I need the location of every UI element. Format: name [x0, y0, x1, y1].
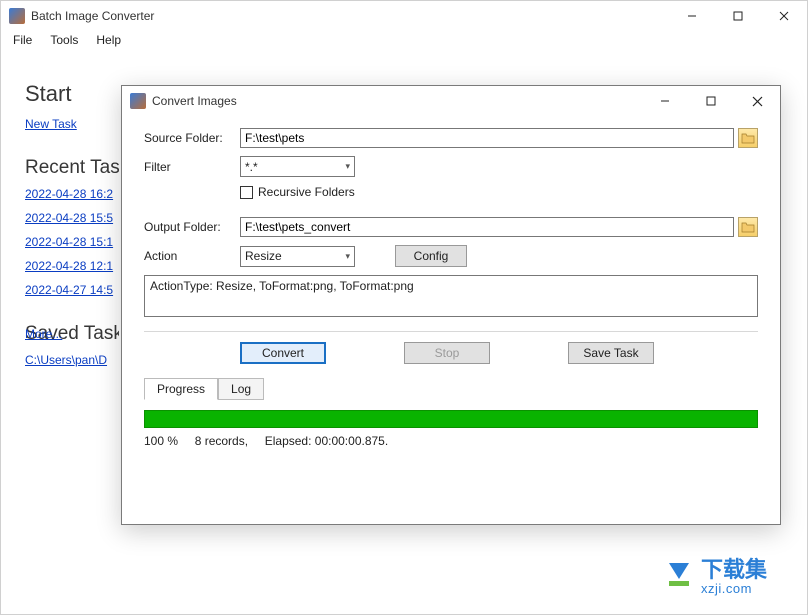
- chevron-down-icon: ▾: [345, 251, 350, 262]
- more-link[interactable]: More...: [25, 327, 62, 341]
- app-title: Batch Image Converter: [31, 9, 154, 23]
- download-icon: [663, 559, 695, 591]
- browse-source-button[interactable]: [738, 128, 758, 148]
- main-window: Batch Image Converter File Tools Help St…: [0, 0, 808, 615]
- save-task-button[interactable]: Save Task: [568, 342, 654, 364]
- stop-button[interactable]: Stop: [404, 342, 490, 364]
- watermark-url: xzji.com: [701, 581, 767, 596]
- app-icon: [9, 8, 25, 24]
- menu-file[interactable]: File: [5, 31, 40, 51]
- dialog-body: Source Folder: Filter *.* ▾ Recursive Fo…: [122, 116, 780, 448]
- config-button[interactable]: Config: [395, 245, 467, 267]
- progress-bar: [144, 410, 758, 428]
- main-titlebar: Batch Image Converter: [1, 1, 807, 31]
- tab-progress[interactable]: Progress: [144, 378, 218, 400]
- recursive-label: Recursive Folders: [258, 185, 355, 199]
- dialog-tabs: Progress Log: [144, 378, 758, 400]
- output-folder-label: Output Folder:: [144, 220, 240, 234]
- action-summary: ActionType: Resize, ToFormat:png, ToForm…: [144, 275, 758, 317]
- dialog-maximize-button[interactable]: [688, 86, 734, 116]
- progress-records: 8 records,: [195, 434, 248, 448]
- chevron-down-icon: ▾: [345, 161, 350, 172]
- filter-combo[interactable]: *.* ▾: [240, 156, 355, 177]
- source-folder-label: Source Folder:: [144, 131, 240, 145]
- maximize-button[interactable]: [715, 1, 761, 31]
- progress-elapsed-label: Elapsed:: [265, 434, 312, 448]
- progress-elapsed-value: 00:00:00.875.: [315, 434, 388, 448]
- action-value: Resize: [245, 249, 282, 263]
- source-folder-input[interactable]: [240, 128, 734, 148]
- main-window-controls: [669, 1, 807, 31]
- filter-label: Filter: [144, 160, 240, 174]
- dialog-close-button[interactable]: [734, 86, 780, 116]
- progress-panel: 100 % 8 records, Elapsed: 00:00:00.875.: [144, 400, 758, 448]
- dialog-button-row: Convert Stop Save Task: [240, 342, 758, 364]
- recursive-checkbox[interactable]: Recursive Folders: [240, 185, 758, 199]
- convert-button[interactable]: Convert: [240, 342, 326, 364]
- tab-log[interactable]: Log: [218, 378, 264, 400]
- dialog-icon: [130, 93, 146, 109]
- checkbox-icon: [240, 186, 253, 199]
- watermark-name: 下载集: [701, 559, 767, 581]
- progress-text: 100 % 8 records, Elapsed: 00:00:00.875.: [144, 434, 758, 448]
- divider: [144, 331, 758, 332]
- recent-tasks-heading: Recent Tas: [25, 157, 119, 179]
- output-folder-input[interactable]: [240, 217, 734, 237]
- action-label: Action: [144, 249, 240, 263]
- folder-icon: [741, 221, 755, 233]
- dialog-minimize-button[interactable]: [642, 86, 688, 116]
- action-combo[interactable]: Resize ▾: [240, 246, 355, 267]
- site-watermark: 下载集 xzji.com: [663, 559, 767, 596]
- browse-output-button[interactable]: [738, 217, 758, 237]
- dialog-title: Convert Images: [152, 94, 237, 108]
- close-button[interactable]: [761, 1, 807, 31]
- menu-tools[interactable]: Tools: [42, 31, 86, 51]
- dialog-window-controls: [642, 86, 780, 116]
- folder-icon: [741, 132, 755, 144]
- menubar: File Tools Help: [1, 31, 807, 51]
- progress-percent: 100 %: [144, 434, 178, 448]
- convert-images-dialog: Convert Images Source Folder: Filter *.*…: [121, 85, 781, 525]
- filter-value: *.*: [245, 160, 258, 174]
- minimize-button[interactable]: [669, 1, 715, 31]
- dialog-titlebar: Convert Images: [122, 86, 780, 116]
- menu-help[interactable]: Help: [88, 31, 129, 51]
